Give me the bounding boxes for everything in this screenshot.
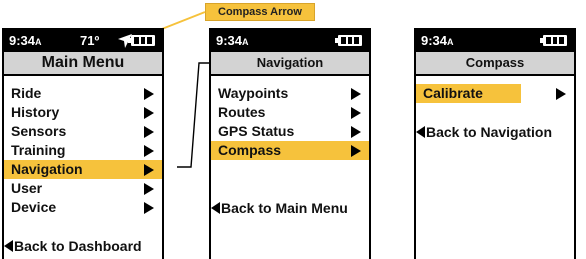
chevron-right-icon (351, 88, 361, 100)
back-to-dashboard-link[interactable]: Back to Dashboard (4, 238, 142, 254)
navigation-menu-list: Waypoints Routes GPS Status Compass (211, 84, 369, 160)
chevron-right-icon (144, 107, 154, 119)
chevron-right-icon (351, 126, 361, 138)
status-time: 9:34A (216, 33, 249, 48)
screen-title: Navigation (211, 52, 369, 76)
menu-item-gps-status[interactable]: GPS Status (211, 122, 369, 141)
menu-item-compass[interactable]: Compass (211, 141, 369, 160)
screen-title: Main Menu (4, 52, 162, 76)
menu-item-history[interactable]: History (4, 103, 162, 122)
chevron-right-icon (144, 183, 154, 195)
chevron-right-icon (144, 126, 154, 138)
compass-screen: 9:34A Compass Calibrate Back to Navigati… (414, 28, 576, 259)
status-bar: 9:34A (416, 30, 574, 52)
battery-icon (128, 35, 155, 46)
menu-item-sensors[interactable]: Sensors (4, 122, 162, 141)
back-arrow-icon (416, 126, 425, 138)
chevron-right-icon (351, 145, 361, 157)
menu-item-calibrate[interactable]: Calibrate (416, 84, 574, 103)
back-label: Back to Main Menu (221, 200, 348, 216)
main-menu-screen: 9:34A 71º Main Menu Ride History Sensors… (2, 28, 164, 259)
menu-item-ride[interactable]: Ride (4, 84, 162, 103)
status-time: 9:34A (421, 33, 454, 48)
back-label: Back to Navigation (426, 124, 553, 140)
back-to-main-menu-link[interactable]: Back to Main Menu (211, 200, 348, 216)
chevron-right-icon (556, 88, 566, 100)
menu-item-routes[interactable]: Routes (211, 103, 369, 122)
chevron-right-icon (144, 164, 154, 176)
calibrate-label: Calibrate (416, 84, 521, 103)
back-label: Back to Dashboard (14, 238, 142, 254)
status-temperature: 71º (80, 33, 100, 48)
menu-item-training[interactable]: Training (4, 141, 162, 160)
back-arrow-icon (4, 240, 13, 252)
menu-item-waypoints[interactable]: Waypoints (211, 84, 369, 103)
compass-arrow-callout: Compass Arrow (205, 3, 315, 21)
back-to-navigation-link[interactable]: Back to Navigation (416, 124, 552, 140)
status-bar: 9:34A (211, 30, 369, 52)
back-arrow-icon (211, 202, 220, 214)
battery-icon (540, 35, 567, 46)
battery-icon (335, 35, 362, 46)
menu-item-user[interactable]: User (4, 179, 162, 198)
chevron-right-icon (144, 88, 154, 100)
chevron-right-icon (144, 145, 154, 157)
compass-menu-list: Calibrate (416, 84, 574, 103)
main-menu-list: Ride History Sensors Training Navigation… (4, 84, 162, 217)
status-time: 9:34A (9, 33, 42, 48)
menu-item-navigation[interactable]: Navigation (4, 160, 162, 179)
chevron-right-icon (144, 202, 154, 214)
screen-title: Compass (416, 52, 574, 76)
status-bar: 9:34A 71º (4, 30, 162, 52)
navigation-screen: 9:34A Navigation Waypoints Routes GPS St… (209, 28, 371, 259)
chevron-right-icon (351, 107, 361, 119)
menu-item-device[interactable]: Device (4, 198, 162, 217)
